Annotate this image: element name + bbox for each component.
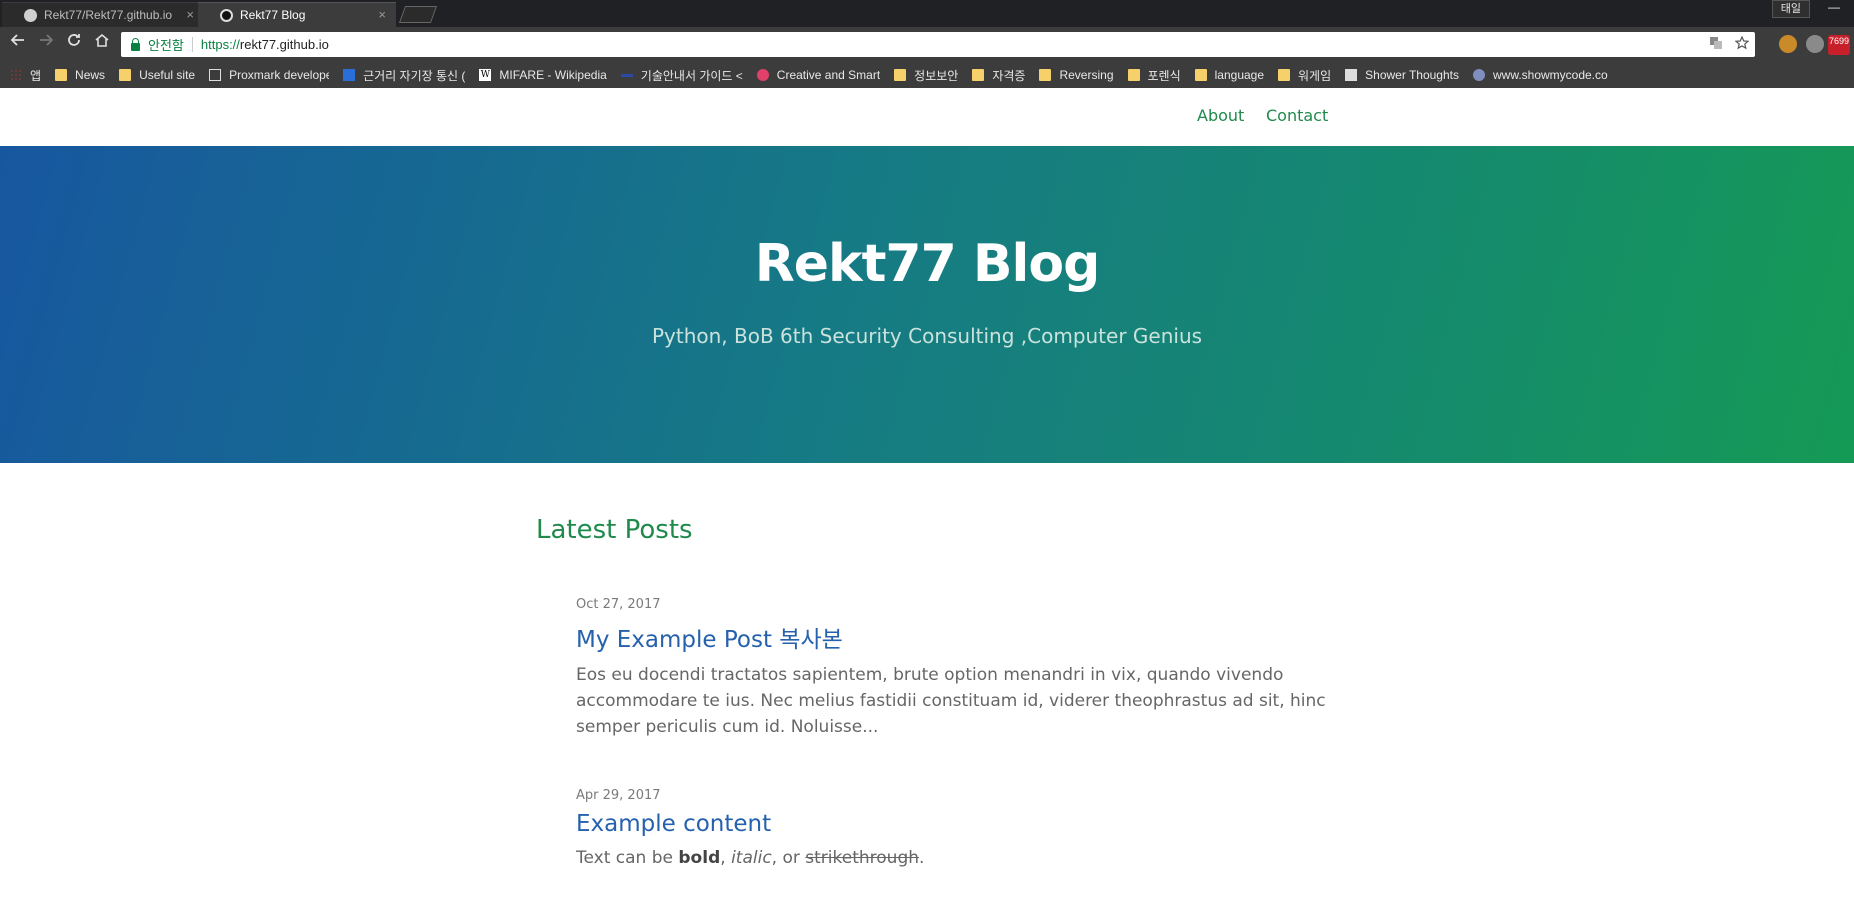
page-icon bbox=[209, 69, 222, 81]
lock-icon bbox=[131, 37, 140, 51]
apps-icon bbox=[10, 69, 22, 81]
excerpt-text: , bbox=[720, 848, 732, 868]
e-icon bbox=[343, 69, 356, 81]
folder-icon bbox=[1039, 69, 1052, 81]
cookie-extension-icon[interactable] bbox=[1779, 35, 1797, 53]
red-circle-icon bbox=[756, 69, 769, 81]
drive-extension-icon[interactable] bbox=[1806, 35, 1824, 53]
bookmark-folder[interactable]: language bbox=[1194, 68, 1264, 82]
site-favicon-icon bbox=[220, 9, 233, 22]
folder-icon bbox=[1278, 69, 1291, 81]
excerpt-text: Text can be bbox=[576, 848, 679, 868]
nav-about-link[interactable]: About bbox=[1197, 106, 1244, 125]
bookmark-link[interactable]: Proxmark developers bbox=[209, 68, 329, 82]
post-preview: Apr 29, 2017 Example content Text can be… bbox=[576, 788, 1356, 871]
gear-icon bbox=[1345, 69, 1358, 81]
folder-icon bbox=[1194, 69, 1207, 81]
bookmark-link[interactable]: Shower Thoughts bbox=[1345, 68, 1459, 82]
blog-title: Rekt77 Blog bbox=[754, 234, 1101, 294]
post-title-link[interactable]: Example content bbox=[576, 811, 1356, 837]
folder-icon bbox=[55, 69, 68, 81]
browser-toolbar: 안전함 https:// rekt77.github.io 7699 bbox=[0, 27, 1854, 62]
excerpt-italic: italic bbox=[731, 848, 772, 868]
new-tab-button[interactable] bbox=[398, 6, 438, 23]
post-date: Apr 29, 2017 bbox=[576, 788, 661, 803]
close-icon[interactable]: × bbox=[186, 7, 194, 22]
bookmark-folder[interactable]: 정보보안 bbox=[894, 67, 958, 84]
folder-icon bbox=[119, 69, 132, 81]
post-excerpt: Eos eu docendi tractatos sapientem, brut… bbox=[576, 665, 1326, 737]
reload-icon[interactable] bbox=[62, 32, 86, 56]
omnibox-actions bbox=[1709, 35, 1750, 53]
site-nav: About Contact bbox=[0, 88, 1854, 146]
bookmark-folder[interactable]: Useful site bbox=[119, 68, 195, 82]
divider bbox=[191, 37, 193, 52]
profile-button[interactable]: 태일 bbox=[1771, 0, 1810, 18]
translate-icon[interactable] bbox=[1709, 36, 1723, 53]
tab-title: Rekt77 Blog bbox=[240, 8, 306, 22]
wikipedia-icon: W bbox=[479, 69, 492, 81]
forward-arrow-icon[interactable] bbox=[34, 32, 58, 56]
bookmark-folder[interactable]: Reversing bbox=[1039, 68, 1114, 82]
back-arrow-icon[interactable] bbox=[6, 32, 30, 56]
bookmark-folder[interactable]: News bbox=[55, 68, 105, 82]
post-excerpt: Text can be bold, italic, or strikethrou… bbox=[576, 845, 1356, 871]
post-title-link[interactable]: My Example Post 복사본 bbox=[576, 620, 1356, 654]
excerpt-bold: bold bbox=[678, 848, 721, 868]
mail-extension-icon[interactable]: 7699 bbox=[1828, 35, 1850, 55]
bookmark-link[interactable]: www.showmycode.co bbox=[1472, 68, 1608, 82]
address-bar[interactable]: 안전함 https:// rekt77.github.io bbox=[121, 32, 1755, 57]
bookmark-folder[interactable]: 포렌식 bbox=[1127, 67, 1181, 84]
excerpt-strike: strikethrough bbox=[805, 848, 920, 868]
excerpt-text: , or bbox=[771, 848, 806, 868]
post-date: Oct 27, 2017 bbox=[576, 597, 661, 612]
bookmark-link[interactable]: 기술안내서 가이드 < bbox=[620, 67, 743, 84]
minimize-button[interactable]: — bbox=[1818, 0, 1850, 18]
browser-tab-github[interactable]: Rekt77/Rekt77.github.io × bbox=[2, 2, 204, 27]
url-host: rekt77.github.io bbox=[239, 37, 329, 52]
close-icon[interactable]: × bbox=[378, 7, 386, 22]
secure-label: 안전함 bbox=[148, 38, 184, 53]
round-icon bbox=[1472, 69, 1485, 81]
hero-banner: Rekt77 Blog Python, BoB 6th Security Con… bbox=[0, 146, 1854, 463]
blog-subtitle: Python, BoB 6th Security Consulting ,Com… bbox=[651, 324, 1203, 348]
browser-tab-blog[interactable]: Rekt77 Blog × bbox=[198, 2, 396, 27]
excerpt-text: . bbox=[919, 848, 925, 868]
tab-title: Rekt77/Rekt77.github.io bbox=[44, 8, 173, 22]
browser-tab-bar: Rekt77/Rekt77.github.io × Rekt77 Blog × … bbox=[0, 0, 1854, 27]
bookmarks-bar: 앱 News Useful site Proxmark developers 근… bbox=[0, 62, 1854, 88]
latest-posts-heading: Latest Posts bbox=[536, 515, 693, 545]
bookmark-apps[interactable]: 앱 bbox=[10, 67, 41, 84]
nav-contact-link[interactable]: Contact bbox=[1266, 106, 1328, 125]
folder-icon bbox=[1127, 69, 1140, 81]
github-icon bbox=[24, 9, 37, 22]
folder-icon bbox=[972, 69, 985, 81]
post-preview: Oct 27, 2017 My Example Post 복사본 Eos eu … bbox=[576, 597, 1356, 740]
bookmark-link[interactable]: W MIFARE - Wikipedia bbox=[479, 68, 607, 82]
line-icon bbox=[620, 73, 633, 77]
bookmark-link[interactable]: Creative and Smart bbox=[756, 68, 880, 82]
star-icon[interactable] bbox=[1734, 35, 1750, 53]
bookmark-folder[interactable]: 워게임 bbox=[1278, 67, 1331, 84]
folder-icon bbox=[894, 69, 907, 81]
url-scheme: https:// bbox=[200, 37, 240, 52]
home-icon[interactable] bbox=[90, 32, 114, 56]
bookmark-link[interactable]: 근거리 자기장 통신 ( bbox=[343, 67, 465, 84]
bookmark-folder[interactable]: 자격증 bbox=[972, 67, 1025, 84]
